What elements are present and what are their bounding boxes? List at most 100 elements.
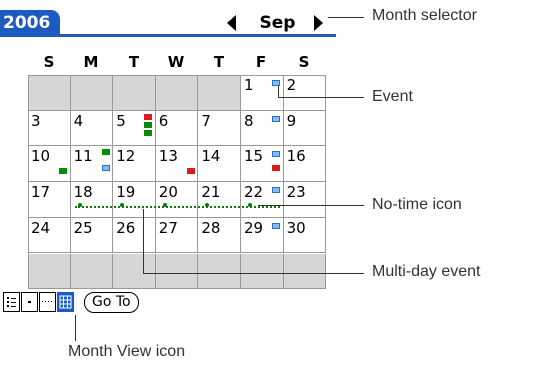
agenda-view-button[interactable]	[3, 292, 20, 312]
day-cell-6[interactable]: 6	[155, 110, 199, 147]
day-number: 29	[244, 218, 264, 237]
day-cell-9[interactable]: 9	[283, 110, 327, 147]
day-number: 13	[158, 147, 178, 166]
callout-label-no-time-icon: No-time icon	[372, 196, 462, 213]
callout-label-event: Event	[372, 88, 413, 105]
day-number: 4	[73, 111, 84, 130]
day-cell-16[interactable]: 16	[283, 146, 327, 183]
empty-day-cell	[28, 253, 71, 290]
day-cell-14[interactable]: 14	[198, 146, 241, 183]
day-number: 22	[244, 183, 264, 202]
day-cell-8[interactable]: 8	[241, 110, 284, 147]
day-number: 17	[31, 183, 51, 202]
weekday-header-mon: M	[83, 53, 99, 71]
timed-event-icon	[101, 149, 110, 156]
day-cell-2[interactable]: 2	[283, 75, 327, 111]
day-number: 30	[286, 218, 306, 237]
day-number: 16	[286, 147, 306, 166]
day-number: 6	[158, 111, 169, 130]
month-view-icon	[59, 295, 72, 309]
day-cell-21[interactable]: 21	[198, 182, 241, 218]
weekday-header-sat: S	[298, 53, 310, 71]
empty-day-cell	[198, 253, 241, 290]
day-cell-13[interactable]: 13	[155, 146, 199, 183]
day-cell-17[interactable]: 17	[28, 182, 71, 218]
day-number: 10	[31, 147, 51, 166]
week-view-button[interactable]	[39, 292, 56, 312]
day-number: 7	[201, 111, 211, 130]
callout-label-month-view-icon: Month View icon	[68, 343, 186, 360]
empty-day-cell	[70, 75, 114, 111]
day-cell-28[interactable]: 28	[198, 217, 241, 254]
timed-event-icon	[144, 129, 153, 136]
day-cell-19[interactable]: 19	[113, 182, 156, 218]
day-number: 25	[73, 218, 93, 237]
callout-label-month-selector: Month selector	[372, 7, 477, 24]
callout-line-multi-day	[143, 273, 364, 274]
day-number: 14	[201, 147, 221, 166]
empty-day-cell	[113, 253, 156, 290]
empty-day-cell	[198, 75, 241, 111]
day-number: 12	[116, 147, 136, 166]
day-cell-24[interactable]: 24	[28, 217, 71, 254]
day-number: 28	[201, 218, 221, 237]
day-cell-29[interactable]: 29	[241, 217, 284, 254]
callout-label-multi-day-event: Multi-day event	[372, 263, 481, 280]
week-view-icon	[42, 301, 52, 302]
year-tab[interactable]: 2006	[0, 10, 60, 36]
day-number: 18	[73, 183, 93, 202]
day-cell-10[interactable]: 10	[28, 146, 71, 183]
timed-event-icon	[144, 113, 153, 120]
callout-leader-month-view	[75, 315, 76, 341]
empty-day-cell	[155, 253, 199, 290]
title-bar: 2006 Sep	[0, 10, 336, 37]
month-grid: 1 2 3 4 5 6 7 8 9 10 11 12 13 14 15 16 1…	[28, 75, 327, 290]
day-number: 15	[244, 147, 264, 166]
day-cell-7[interactable]: 7	[198, 110, 241, 147]
day-cell-23[interactable]: 23	[283, 182, 327, 218]
timed-event-icon	[272, 222, 280, 229]
day-number: 9	[286, 111, 297, 130]
day-cell-27[interactable]: 27	[155, 217, 199, 254]
day-cell-3[interactable]: 3	[28, 110, 71, 147]
day-number: 11	[73, 147, 93, 166]
day-cell-11[interactable]: 11	[70, 146, 114, 183]
day-cell-26[interactable]: 26	[113, 217, 156, 254]
month-label[interactable]: Sep	[250, 10, 305, 36]
empty-day-cell	[70, 253, 114, 290]
day-number: 26	[116, 218, 136, 237]
day-cell-4[interactable]: 4	[70, 110, 114, 147]
day-number: 20	[158, 183, 178, 202]
next-month-arrow-icon[interactable]	[314, 15, 323, 31]
day-number: 5	[116, 111, 126, 130]
day-cell-22[interactable]: 22	[241, 182, 284, 218]
day-number: 8	[244, 111, 254, 130]
empty-day-cell	[113, 75, 156, 111]
weekday-header-fri: F	[255, 53, 267, 71]
day-view-button[interactable]	[21, 292, 38, 312]
day-number: 19	[116, 183, 136, 202]
day-number: 24	[31, 218, 51, 237]
day-cell-30[interactable]: 30	[283, 217, 327, 254]
callout-line-no-time-icon	[258, 205, 364, 206]
day-cell-15[interactable]: 15	[241, 146, 284, 183]
view-toolbar: Go To	[0, 291, 336, 315]
day-cell-5[interactable]: 5	[113, 110, 156, 147]
go-to-button[interactable]: Go To	[84, 292, 139, 313]
empty-day-cell	[28, 75, 71, 111]
day-cell-12[interactable]: 12	[113, 146, 156, 183]
timed-event-icon	[101, 165, 110, 172]
timed-event-icon	[272, 151, 280, 158]
day-number: 1	[244, 76, 254, 94]
weekday-header-thu: T	[213, 53, 225, 71]
day-number: 27	[158, 218, 178, 237]
day-cell-25[interactable]: 25	[70, 217, 114, 254]
day-number: 3	[31, 111, 41, 130]
timed-event-icon	[144, 121, 153, 128]
month-view-button[interactable]	[57, 292, 74, 312]
day-cell-18[interactable]: 18	[70, 182, 114, 218]
callout-line-month-selector	[328, 17, 364, 18]
day-number: 2	[286, 76, 297, 94]
day-cell-20[interactable]: 20	[155, 182, 199, 218]
previous-month-arrow-icon[interactable]	[227, 15, 236, 31]
